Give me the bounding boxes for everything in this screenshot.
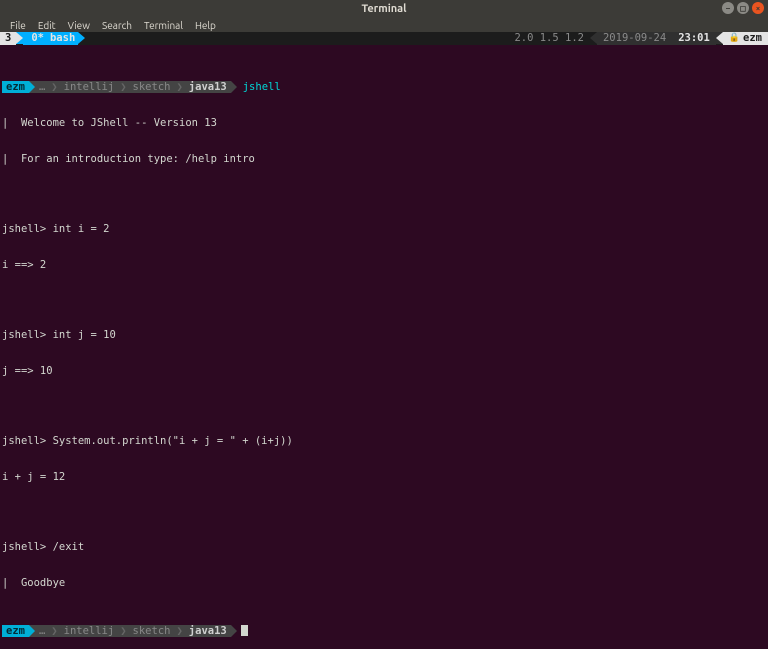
tmux-host: 🔒ezm xyxy=(723,32,768,45)
prompt-path-segment: sketch xyxy=(129,81,175,93)
menu-terminal[interactable]: Terminal xyxy=(138,20,189,31)
terminal-viewport[interactable]: ezm … ❯ intellij ❯ sketch ❯ java13 jshel… xyxy=(0,45,768,649)
output-line: | Goodbye xyxy=(2,577,766,589)
chevron-right-icon: ❯ xyxy=(118,81,128,93)
output-line: | For an introduction type: /help intro xyxy=(2,153,766,165)
tmux-session-number: 3 xyxy=(0,32,16,45)
tmux-loadavg: 2.0 1.5 1.2 xyxy=(509,32,590,45)
prompt-path-segment: intellij xyxy=(60,81,119,93)
chevron-right-icon: ❯ xyxy=(118,625,128,637)
output-line: j ==> 10 xyxy=(2,365,766,377)
output-line: jshell> int j = 10 xyxy=(2,329,766,341)
lock-icon: 🔒 xyxy=(729,32,740,45)
prompt-user: ezm xyxy=(2,625,29,637)
blank-line xyxy=(2,295,766,305)
output-line: i + j = 12 xyxy=(2,471,766,483)
text-cursor xyxy=(241,625,248,636)
prompt-path-segment: sketch xyxy=(129,625,175,637)
prompt-path-cwd: java13 xyxy=(185,81,231,93)
shell-prompt: ezm … ❯ intellij ❯ sketch ❯ java13 jshel… xyxy=(2,81,766,93)
chevron-right-icon: ❯ xyxy=(49,81,59,93)
entered-command: jshell xyxy=(237,81,281,93)
menu-search[interactable]: Search xyxy=(96,20,138,31)
menu-help[interactable]: Help xyxy=(189,20,222,31)
tmux-window-index[interactable]: 0* xyxy=(23,32,46,45)
powerline-separator-icon xyxy=(590,32,597,44)
menu-view[interactable]: View xyxy=(62,20,96,31)
tmux-time: 23:01 xyxy=(672,32,716,45)
window-title: Terminal xyxy=(362,3,407,15)
prompt-ellipsis: … xyxy=(35,81,49,93)
powerline-separator-icon xyxy=(16,32,23,44)
output-line: jshell> /exit xyxy=(2,541,766,553)
menubar: File Edit View Search Terminal Help xyxy=(0,18,768,32)
window-titlebar: Terminal – ◻ × xyxy=(0,0,768,18)
powerline-separator-icon xyxy=(231,625,237,637)
tmux-statusbar: 3 0* bash 2.0 1.5 1.2 2019-09-24 23:01 🔒… xyxy=(0,32,768,45)
prompt-path-cwd: java13 xyxy=(185,625,231,637)
window-controls: – ◻ × xyxy=(722,2,764,14)
prompt-ellipsis: … xyxy=(35,625,49,637)
chevron-right-icon: ❯ xyxy=(49,625,59,637)
chevron-right-icon: ❯ xyxy=(174,81,184,93)
maximize-button[interactable]: ◻ xyxy=(737,2,749,14)
blank-line xyxy=(2,189,766,199)
output-line: i ==> 2 xyxy=(2,259,766,271)
tmux-date: 2019-09-24 xyxy=(597,32,672,45)
chevron-right-icon: ❯ xyxy=(174,625,184,637)
close-button[interactable]: × xyxy=(752,2,764,14)
prompt-path-segment: intellij xyxy=(60,625,119,637)
minimize-button[interactable]: – xyxy=(722,2,734,14)
output-line: jshell> System.out.println("i + j = " + … xyxy=(2,435,766,447)
powerline-separator-icon xyxy=(78,32,85,44)
tmux-window-name[interactable]: bash xyxy=(46,32,78,45)
tmux-spacer xyxy=(85,32,509,45)
menu-file[interactable]: File xyxy=(4,20,32,31)
blank-line xyxy=(2,401,766,411)
shell-prompt-active[interactable]: ezm … ❯ intellij ❯ sketch ❯ java13 xyxy=(2,625,766,637)
blank-line xyxy=(2,507,766,517)
tmux-host-label: ezm xyxy=(743,32,762,45)
prompt-user: ezm xyxy=(2,81,29,93)
menu-edit[interactable]: Edit xyxy=(32,20,62,31)
powerline-separator-icon xyxy=(716,32,723,44)
output-line: | Welcome to JShell -- Version 13 xyxy=(2,117,766,129)
output-line: jshell> int i = 2 xyxy=(2,223,766,235)
